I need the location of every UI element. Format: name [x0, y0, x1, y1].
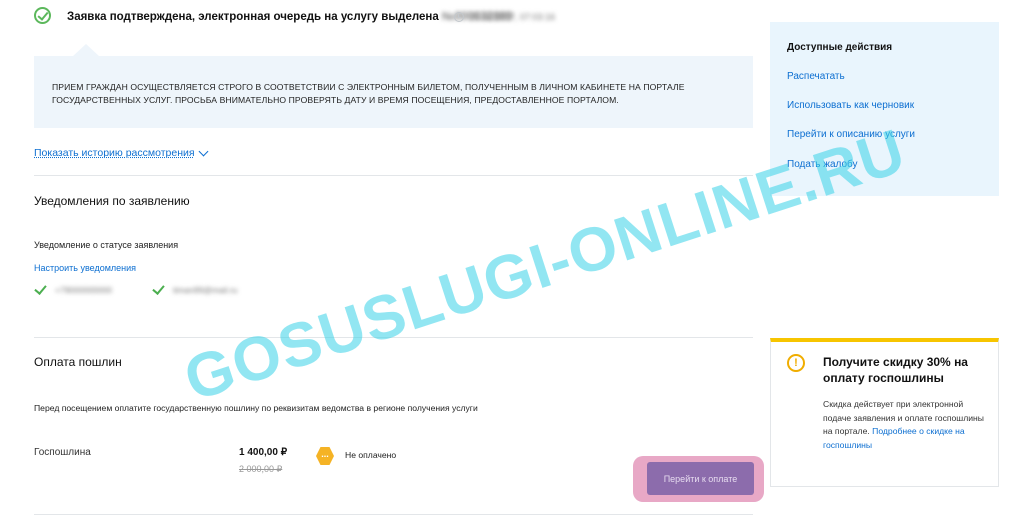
divider [34, 514, 753, 515]
clock-icon [454, 12, 464, 22]
promo-text: Скидка действует при электронной подаче … [823, 398, 988, 452]
payment-title: Оплата пошлин [34, 355, 122, 369]
chevron-down-icon[interactable] [198, 146, 209, 157]
promo-title: Получите скидку 30% на оплату госпошлины [823, 355, 968, 385]
service-description-link[interactable]: Перейти к описанию услуги [787, 129, 915, 140]
status-title-text: Заявка подтверждена, электронная очередь… [67, 11, 439, 23]
status-title: Заявка подтверждена, электронная очередь… [67, 11, 512, 23]
fee-old-price: 2 000,00 ₽ [239, 464, 283, 474]
print-link[interactable]: Распечатать [787, 71, 845, 82]
notification-email: timan99@mail.ru [173, 285, 238, 295]
pending-status-icon: ... [316, 447, 334, 465]
fee-label: Госпошлина [34, 447, 91, 458]
email-check-icon [152, 282, 165, 295]
pay-button[interactable]: Перейти к оплате [647, 462, 754, 495]
actions-title: Доступные действия [787, 42, 893, 53]
show-history-link[interactable]: Показать историю рассмотрения [34, 147, 195, 159]
configure-notifications-link[interactable]: Настроить уведомления [34, 263, 136, 273]
info-box-text: ПРИЕМ ГРАЖДАН ОСУЩЕСТВЛЯЕТСЯ СТРОГО В СО… [52, 82, 685, 105]
status-timestamp: 25.05.2017, 07:03:16 [470, 12, 556, 22]
notifications-title: Уведомления по заявлению [34, 194, 190, 208]
notification-phone: +79000000000 [55, 285, 112, 295]
file-complaint-link[interactable]: Подать жалобу [787, 159, 858, 170]
use-as-draft-link[interactable]: Использовать как черновик [787, 100, 914, 111]
divider [34, 175, 753, 176]
payment-description: Перед посещением оплатите государственну… [34, 403, 478, 413]
fee-price: 1 400,00 ₽ [239, 447, 288, 458]
notification-status-label: Уведомление о статусе заявления [34, 240, 179, 250]
warning-icon: ! [787, 354, 805, 372]
payment-status: Не оплачено [345, 450, 397, 460]
success-check-icon [34, 7, 51, 24]
phone-check-icon [34, 282, 47, 295]
divider [34, 337, 753, 338]
